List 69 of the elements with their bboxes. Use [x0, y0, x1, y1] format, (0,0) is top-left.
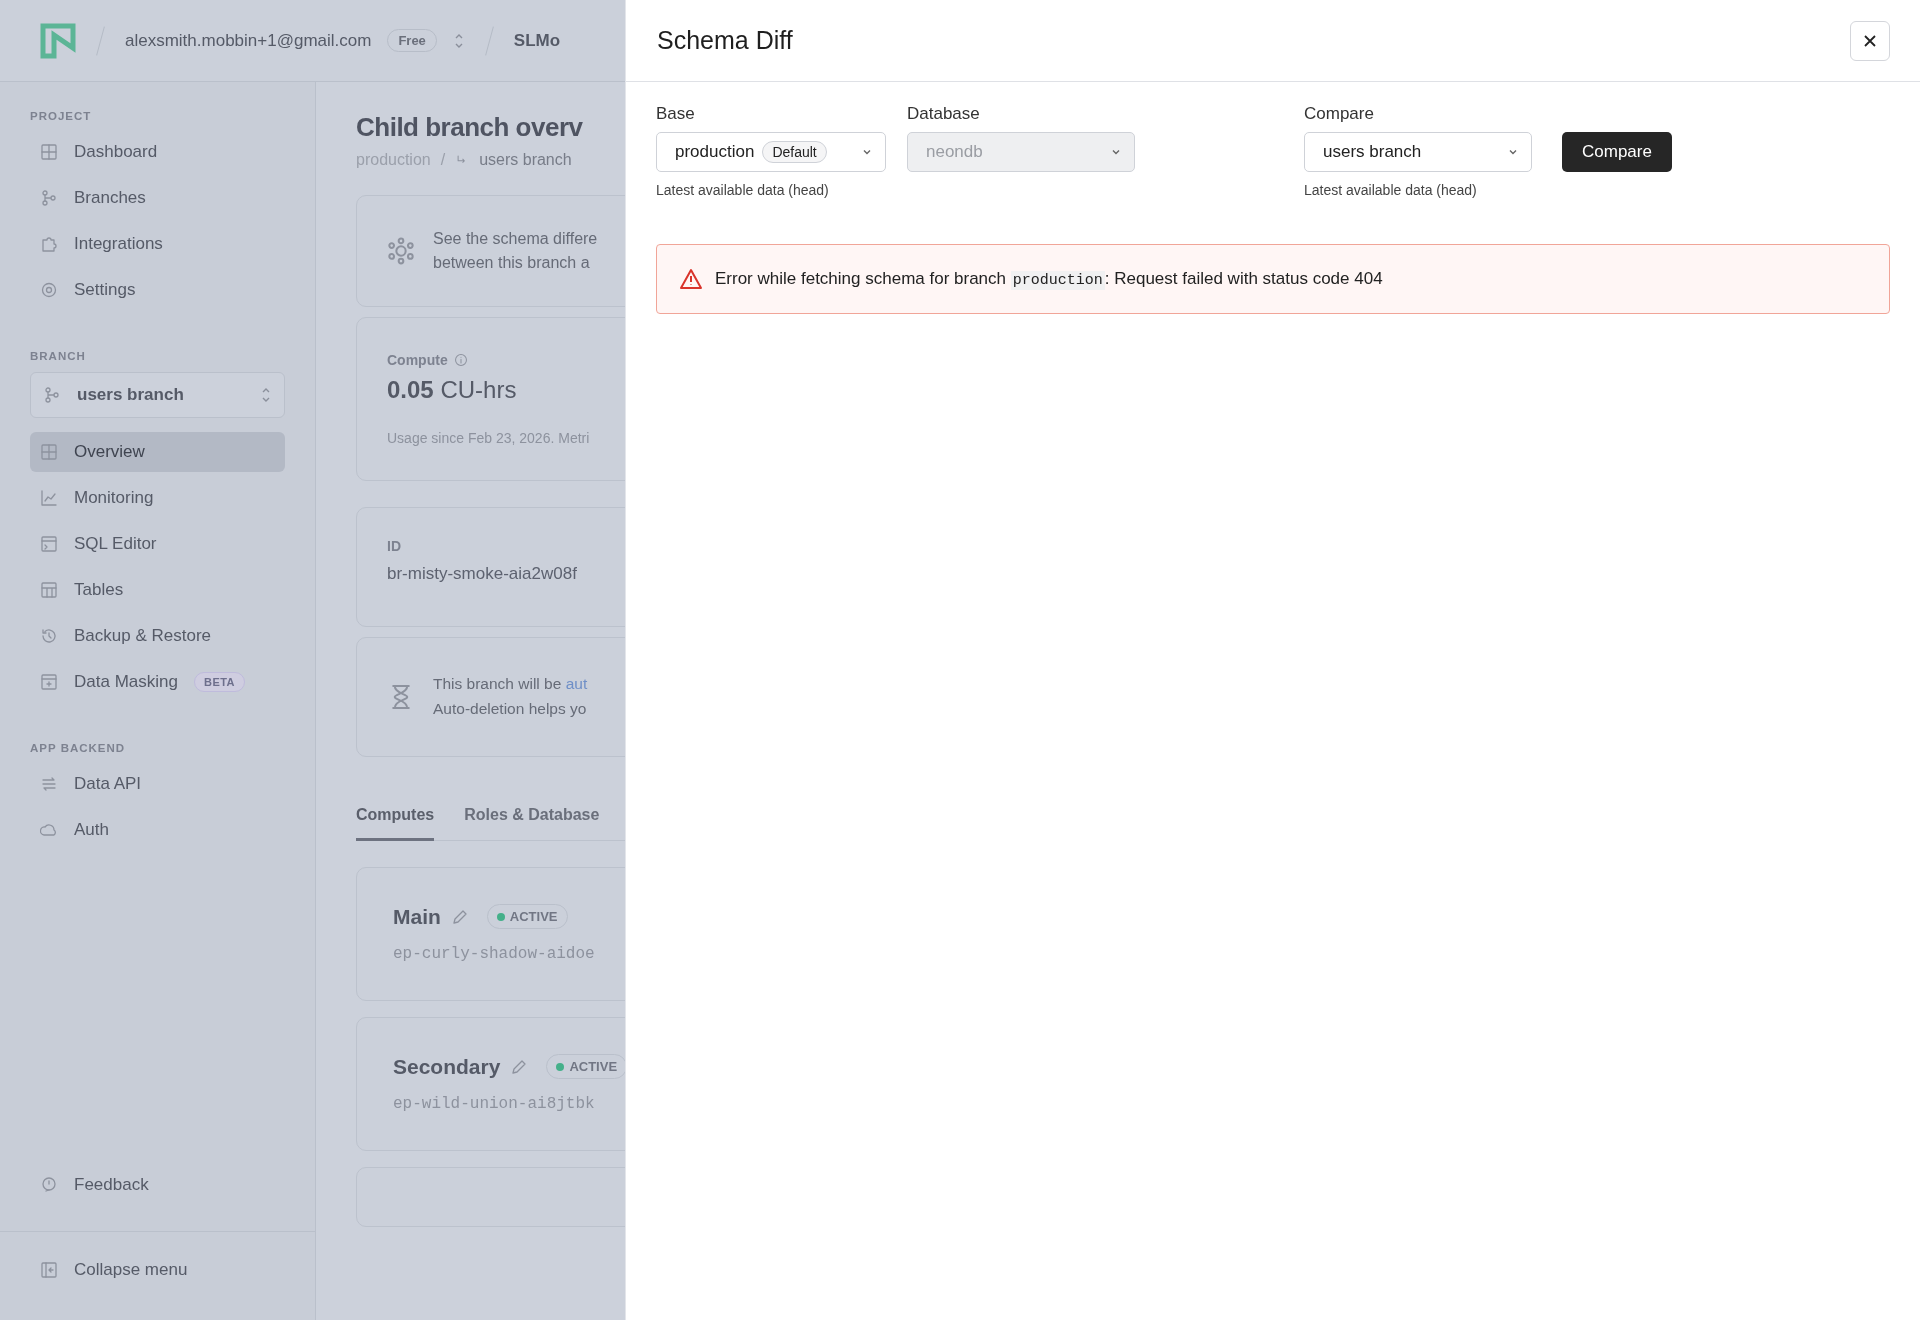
close-icon [1862, 32, 1878, 49]
compute-name: Secondary [393, 1054, 501, 1079]
feedback-link[interactable]: Feedback [30, 1165, 285, 1205]
sidebar-item[interactable]: Branches [30, 178, 285, 218]
sidebar-item[interactable]: Data API [30, 764, 285, 804]
section-heading: BRANCH [30, 350, 87, 362]
grid-icon [40, 143, 58, 161]
window-icon [40, 535, 58, 553]
chart-icon [40, 489, 58, 507]
network-icon [387, 237, 415, 265]
dialog-title: Schema Diff [657, 26, 793, 55]
sidebar-item[interactable]: Auth [30, 810, 285, 850]
gear-icon [40, 281, 58, 299]
compare-button[interactable]: Compare [1562, 132, 1672, 172]
tab[interactable]: Roles & Database [464, 805, 600, 841]
compute-value: 0.05 CU-hrs [387, 376, 518, 404]
account-email[interactable]: alexsmith.mobbin+1@gmail.com [125, 30, 372, 51]
tab[interactable]: Computes [356, 805, 435, 841]
section-heading: APP BACKEND [30, 742, 127, 754]
sidebar-item[interactable]: Integrations [30, 224, 285, 264]
card-text: Auto-deletion helps yo [433, 699, 588, 719]
field-label: Compare [1304, 104, 1375, 124]
sidebar-item[interactable]: SQL Editor [30, 524, 285, 564]
sidebar-item[interactable]: Overview [30, 432, 285, 472]
chevron-updown-icon [260, 386, 272, 404]
usage-note: Usage since Feb 23, 2026. Metri [387, 430, 591, 446]
sidebar-item[interactable]: Backup & Restore [30, 616, 285, 656]
field-label: Base [656, 104, 696, 124]
cloud-icon [40, 821, 58, 839]
page-title: Child branch overv [356, 112, 584, 143]
table-icon [40, 581, 58, 599]
card-text: between this branch a [433, 253, 591, 273]
breadcrumb-item: users branch [479, 151, 572, 169]
beta-badge: BETA [193, 672, 246, 692]
collapse-menu-button[interactable]: Collapse menu [30, 1250, 285, 1290]
sidebar-item[interactable]: Monitoring [30, 478, 285, 518]
arrows-icon [40, 775, 58, 793]
grid-icon [40, 443, 58, 461]
branch-icon [43, 386, 61, 404]
branch-icon [40, 189, 58, 207]
sidebar-item[interactable]: Data Masking BETA [30, 662, 285, 702]
helper-text: Latest available data (head) [1304, 182, 1478, 198]
card-text: This branch will be aut [433, 674, 588, 695]
warning-icon [679, 268, 703, 290]
info-icon [453, 353, 468, 367]
compute-name: Main [393, 904, 441, 929]
error-message: Error while fetching schema for branch production: Request failed with status code 404 [715, 269, 1383, 289]
history-icon [40, 627, 58, 645]
branch-selector[interactable]: users branch [30, 372, 285, 418]
sidebar-item[interactable]: Dashboard [30, 132, 285, 172]
base-branch-select[interactable]: production Default [656, 132, 886, 172]
sidebar-item[interactable]: Settings [30, 270, 285, 310]
breadcrumb-separator: / [440, 151, 446, 169]
compute-label: Compute [387, 352, 448, 368]
endpoint-id: ep-curly-shadow-aidoe [393, 945, 596, 963]
helper-text: Latest available data (head) [656, 182, 830, 198]
collapse-icon [40, 1261, 58, 1279]
project-name[interactable]: SLMo [513, 30, 561, 51]
field-label: Database [907, 104, 981, 124]
sidebar-item[interactable]: Tables [30, 570, 285, 610]
card-text: See the schema differe [433, 229, 598, 249]
branch-id: br-misty-smoke-aia2w08f [387, 564, 578, 584]
endpoint-id: ep-wild-union-ai8jtbk [393, 1095, 596, 1113]
id-label: ID [387, 538, 402, 554]
compare-branch-select[interactable]: users branch [1304, 132, 1532, 172]
close-button[interactable] [1850, 20, 1890, 61]
schema-diff-card[interactable]: See the schema differe between this branch a [356, 195, 625, 307]
section-heading: PROJECT [30, 110, 93, 122]
puzzle-icon [40, 235, 58, 253]
